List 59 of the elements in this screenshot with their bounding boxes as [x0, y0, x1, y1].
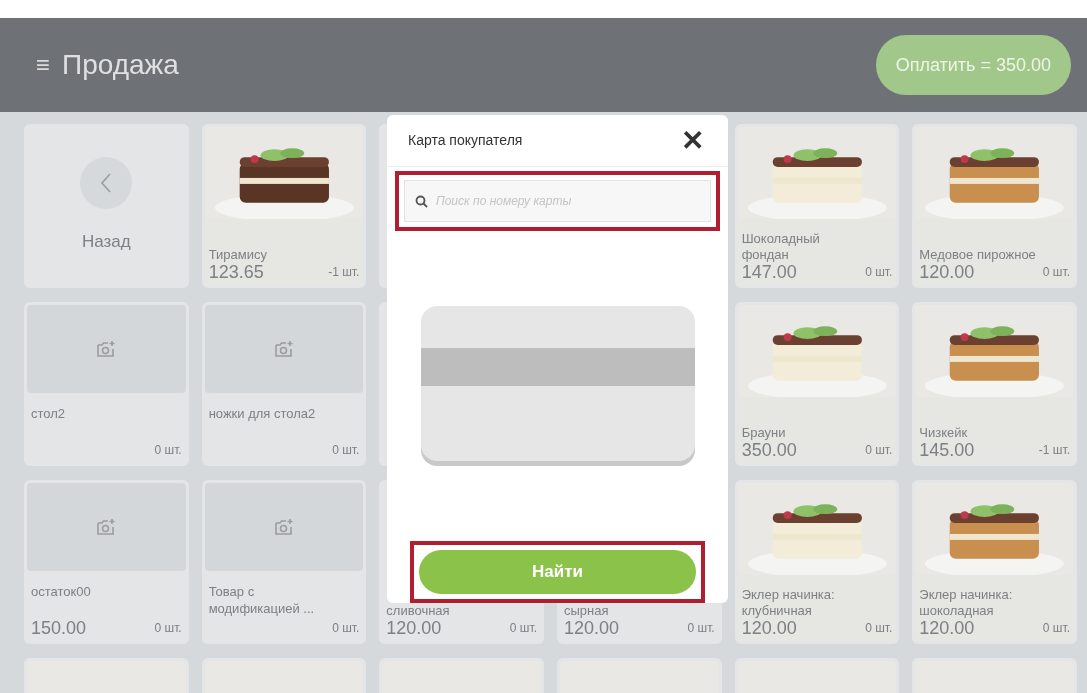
back-tile[interactable]: Назад [24, 124, 189, 288]
pay-button[interactable]: Оплатить = 350.00 [875, 35, 1071, 95]
product-price: 120.00 [919, 263, 975, 281]
product-name: Брауни [741, 425, 787, 441]
product-name: стол2 [31, 405, 67, 422]
product-tile[interactable]: ножки для стола2 0 шт. [201, 302, 367, 466]
product-quantity: -1 шт. [1038, 442, 1070, 459]
product-quantity: 0 шт. [1042, 264, 1070, 281]
product-tile[interactable]: Товар с модификацией ... 0 шт. [201, 480, 367, 644]
product-price: 120.00 [919, 619, 975, 637]
product-price: 120.00 [386, 619, 442, 637]
product-quantity: -1 шт. [328, 264, 360, 281]
dialog-title: Карта покупателя [408, 131, 523, 150]
product-name: Медовое пирожное [919, 247, 1037, 263]
product-name: Шоколадный фондан [741, 231, 821, 263]
product-quantity: 0 шт. [154, 442, 182, 459]
product-quantity: 0 шт. [865, 620, 893, 637]
product-name: Эклер начинка: шоколадная [919, 587, 1014, 619]
product-price: 123.65 [208, 263, 264, 281]
product-quantity: 0 шт. [509, 620, 537, 637]
product-price: 120.00 [741, 619, 797, 637]
product-name: Чизкейк [919, 425, 969, 441]
product-quantity: 0 шт. [154, 620, 182, 637]
product-price: 150.00 [31, 619, 87, 637]
product-price: 120.00 [564, 619, 620, 637]
product-quantity: 0 шт. [865, 442, 893, 459]
product-name: ножки для стола2 [208, 405, 317, 422]
product-price: 147.00 [741, 263, 797, 281]
product-name: Тирамису [208, 247, 268, 263]
close-button[interactable]: ✕ [681, 126, 704, 155]
page-title: Продажа [62, 48, 179, 82]
product-tile[interactable]: Чизкейк 145.00 -1 шт. [912, 302, 1077, 466]
product-tile[interactable]: Эклер начинка: шоколадная 120.00 0 шт. [912, 480, 1077, 644]
find-button[interactable]: Найти [419, 550, 696, 594]
product-name: Эклер начинка: клубничная [741, 587, 836, 619]
product-price: 350.00 [741, 441, 797, 459]
product-quantity: 0 шт. [1042, 620, 1070, 637]
camera-add-icon [96, 518, 117, 536]
search-icon [415, 195, 428, 208]
camera-add-icon [274, 518, 294, 536]
product-name: сырная [564, 603, 610, 619]
camera-add-icon [96, 340, 117, 358]
product-name: остаток00 [31, 583, 92, 600]
product-name: Товар с модификацией ... [208, 583, 316, 617]
product-quantity: 0 шт. [332, 620, 360, 637]
camera-add-icon [274, 340, 294, 358]
product-tile[interactable]: Медовое пирожное 120.00 0 шт. [912, 124, 1077, 288]
product-quantity: 0 шт. [865, 264, 893, 281]
product-quantity: 0 шт. [332, 442, 360, 459]
product-quantity: 0 шт. [687, 620, 715, 637]
product-tile[interactable]: стол2 0 шт. [24, 302, 189, 466]
product-price: 145.00 [919, 441, 975, 459]
product-name: сливочная [386, 603, 451, 619]
menu-icon[interactable]: ≡ [36, 47, 50, 83]
product-tile[interactable]: Брауни 350.00 0 шт. [734, 302, 900, 466]
product-tile[interactable]: Тирамису 123.65 -1 шт. [201, 124, 367, 288]
product-tile[interactable]: остаток00 150.00 0 шт. [24, 480, 189, 644]
product-tile[interactable]: Эклер начинка: клубничная 120.00 0 шт. [734, 480, 900, 644]
product-tile[interactable]: Шоколадный фондан 147.00 0 шт. [734, 124, 900, 288]
